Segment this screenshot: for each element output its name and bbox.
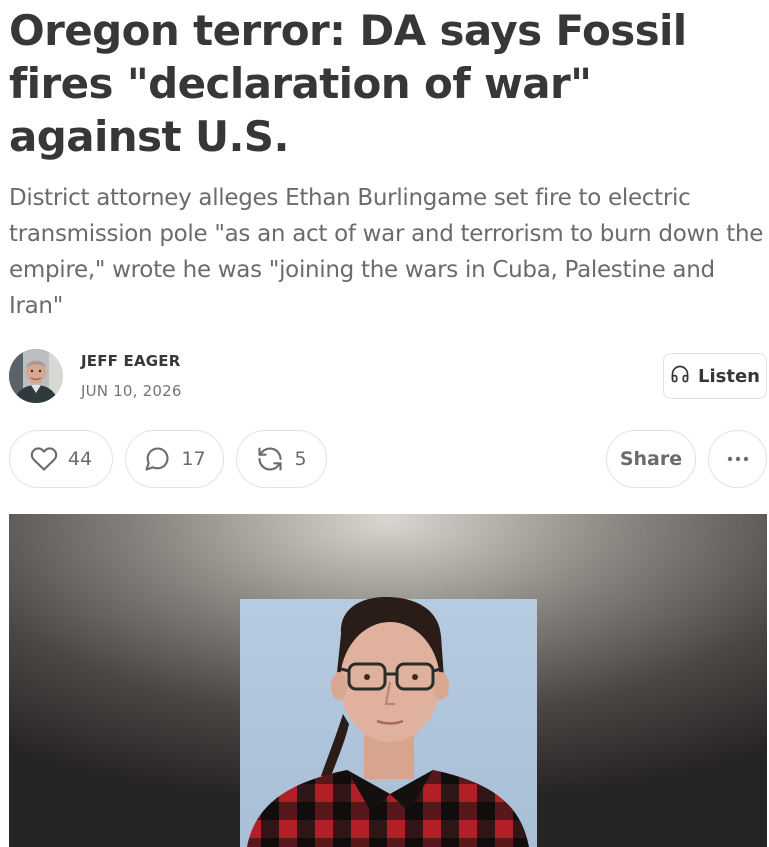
listen-label: Listen — [698, 365, 760, 387]
post-subtitle: District attorney alleges Ethan Burlinga… — [9, 185, 764, 319]
author-name[interactable]: JEFF EAGER — [81, 352, 181, 370]
comment-button[interactable]: 17 — [125, 430, 224, 488]
post-date: JUN 10, 2026 — [81, 382, 182, 400]
comment-count: 17 — [181, 448, 206, 470]
author-avatar[interactable] — [9, 349, 63, 403]
restack-arrows-icon — [256, 445, 284, 473]
like-count: 44 — [67, 448, 93, 470]
post-title: Oregon terror: DA says Fossil fires "dec… — [9, 6, 687, 161]
hero-image[interactable] — [9, 514, 767, 847]
restack-button[interactable]: 5 — [236, 430, 327, 488]
share-button[interactable]: Share — [606, 430, 696, 488]
heart-icon — [30, 445, 58, 473]
share-label: Share — [619, 448, 683, 470]
like-button[interactable]: 44 — [9, 430, 113, 488]
more-dots-icon — [726, 456, 750, 462]
comment-bubble-icon — [143, 445, 171, 473]
booking-photo — [9, 514, 767, 847]
byline: JEFF EAGER JUN 10, 2026 Listen — [9, 348, 767, 404]
listen-button[interactable]: Listen — [663, 353, 767, 399]
author-avatar-image — [9, 349, 63, 403]
more-options-button[interactable] — [708, 430, 767, 488]
post-actions: 44 17 5 Share — [9, 430, 767, 490]
headphones-icon — [670, 364, 690, 389]
restack-count: 5 — [294, 448, 307, 470]
